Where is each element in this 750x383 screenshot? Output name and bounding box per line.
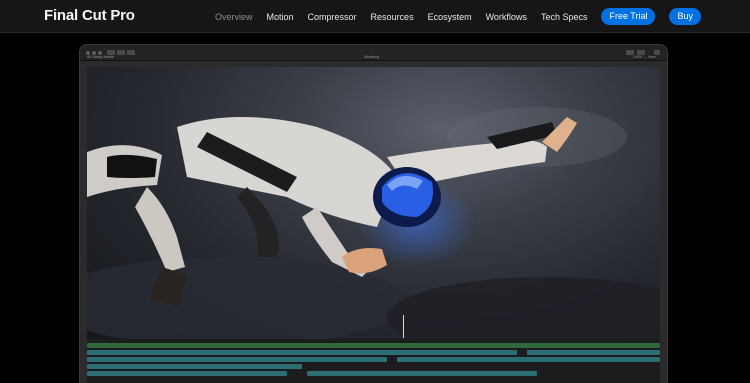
- viewer-title: Skydiving: [364, 55, 379, 59]
- library-label: All Library Assets: [87, 55, 114, 59]
- timeline-playhead[interactable]: [403, 315, 404, 338]
- keywords-icon: [117, 50, 125, 55]
- share-icon: [654, 50, 660, 55]
- audio-track[interactable]: [87, 357, 387, 362]
- skydiver-image: [87, 117, 577, 307]
- buy-button[interactable]: Buy: [669, 8, 701, 25]
- audio-track[interactable]: [307, 371, 537, 376]
- inspector-toggle-icon: [637, 50, 645, 55]
- nav-tech-specs[interactable]: Tech Specs: [541, 12, 588, 22]
- brand-title[interactable]: Final Cut Pro: [44, 7, 135, 24]
- global-nav: Final Cut Pro Overview Motion Compressor…: [0, 0, 750, 33]
- video-viewer[interactable]: [87, 67, 660, 350]
- nav-ecosystem[interactable]: Ecosystem: [428, 12, 472, 22]
- audio-track[interactable]: [397, 357, 660, 362]
- audio-track[interactable]: [527, 350, 660, 355]
- audio-track[interactable]: [87, 364, 302, 369]
- app-titlebar: All Library Assets Skydiving 100% ⌄ View: [80, 45, 667, 61]
- app-screenshot-frame: All Library Assets Skydiving 100% ⌄ View: [80, 45, 667, 383]
- timeline-tracks: [87, 339, 660, 383]
- nav-resources[interactable]: Resources: [371, 12, 414, 22]
- nav-overview[interactable]: Overview: [215, 12, 253, 22]
- nav-compressor[interactable]: Compressor: [308, 12, 357, 22]
- audio-track[interactable]: [87, 371, 287, 376]
- background-tasks-icon: [127, 50, 135, 55]
- layout-icon: [626, 50, 634, 55]
- nav-workflows[interactable]: Workflows: [486, 12, 527, 22]
- nav-motion[interactable]: Motion: [267, 12, 294, 22]
- audio-track[interactable]: [87, 343, 660, 348]
- free-trial-button[interactable]: Free Trial: [601, 8, 656, 25]
- audio-track[interactable]: [87, 350, 517, 355]
- nav-menu: Overview Motion Compressor Resources Eco…: [201, 0, 701, 33]
